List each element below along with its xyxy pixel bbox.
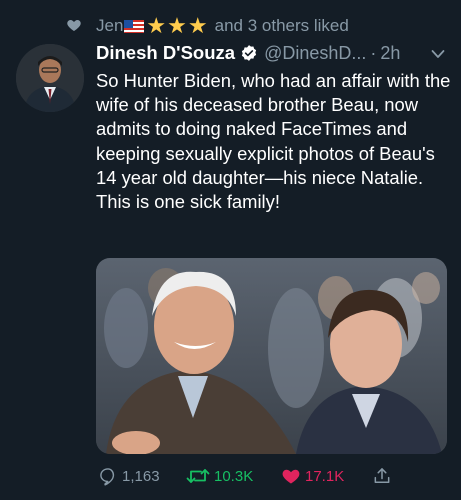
- separator-dot: ·: [370, 42, 377, 63]
- timestamp[interactable]: 2h: [380, 43, 400, 64]
- author-name[interactable]: Dinesh D'Souza: [96, 42, 235, 64]
- tweet-photo[interactable]: [96, 258, 447, 454]
- star-icon: ★: [146, 13, 167, 38]
- reply-count: 1,163: [122, 467, 160, 485]
- like-count: 17.1K: [305, 467, 345, 485]
- us-flag-icon: [124, 19, 145, 33]
- social-context-user[interactable]: Jen: [96, 16, 123, 36]
- avatar[interactable]: [16, 44, 84, 112]
- tweet-text: So Hunter Biden, who had an affair with …: [96, 70, 451, 213]
- reply-icon: [100, 468, 115, 486]
- reply-button[interactable]: 1,163: [98, 466, 160, 486]
- author-handle[interactable]: @DineshD...: [264, 43, 366, 64]
- like-button[interactable]: 17.1K: [281, 466, 344, 486]
- retweet-icon: [186, 469, 210, 483]
- star-icon: ★: [167, 13, 187, 38]
- social-context-text: and 3 others liked: [214, 16, 349, 35]
- share-icon: [374, 468, 390, 483]
- star-icon: ★: [187, 13, 208, 38]
- retweet-button[interactable]: 10.3K: [186, 466, 253, 486]
- heart-filled-icon: [282, 469, 300, 484]
- retweet-count: 10.3K: [214, 467, 254, 485]
- social-context: Jen ★ ★ ★ and 3 others liked: [0, 13, 461, 38]
- heart-icon: [67, 20, 81, 31]
- tweet-header: Dinesh D'Souza @DineshD... · 2h: [96, 41, 456, 65]
- share-button[interactable]: [372, 466, 392, 486]
- verified-badge-icon: [241, 45, 257, 61]
- chevron-down-icon[interactable]: [431, 49, 445, 59]
- tweet-actions: 1,163 10.3K 17.1K: [0, 466, 461, 490]
